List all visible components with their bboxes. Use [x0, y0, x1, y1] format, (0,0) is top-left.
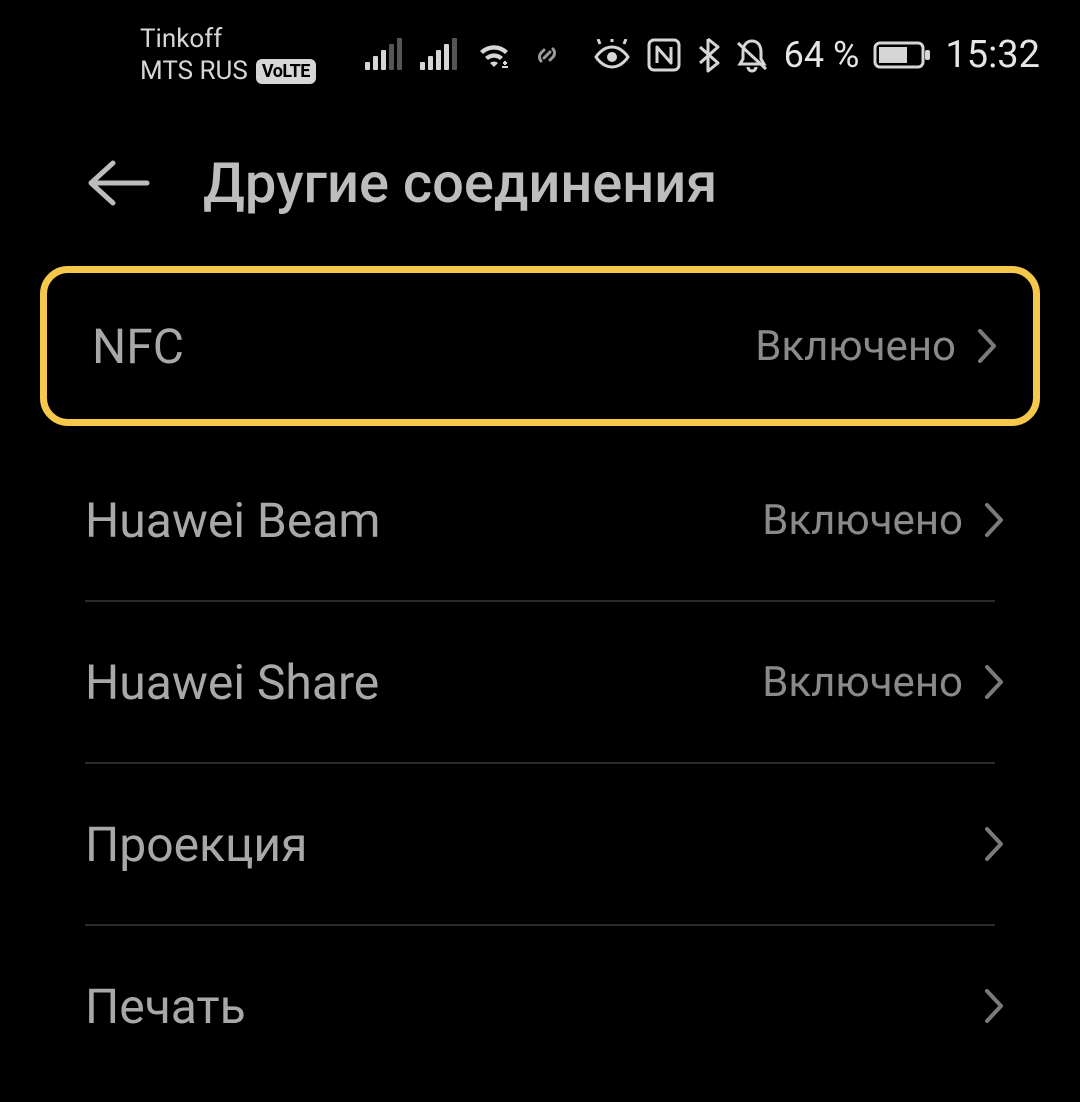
carrier-line1: Tinkoff — [140, 24, 316, 54]
setting-label: Huawei Share — [85, 654, 379, 711]
clock-time: 15:32 — [945, 33, 1040, 77]
volte-badge: VoLTE — [256, 59, 316, 84]
settings-list: NFC Включено Huawei Beam Включено Huawei… — [0, 266, 1080, 1086]
chevron-right-icon — [983, 663, 1005, 701]
chevron-right-icon — [976, 327, 998, 365]
setting-label: Проекция — [85, 816, 307, 873]
setting-label: Huawei Beam — [85, 492, 380, 549]
status-carrier: Tinkoff MTS RUS VoLTE — [140, 24, 316, 86]
nfc-status-icon — [646, 37, 682, 73]
signal-bars-sim2-icon — [420, 40, 457, 70]
setting-value: Включено — [762, 496, 963, 545]
wifi-icon — [475, 39, 513, 71]
chevron-right-icon — [983, 501, 1005, 539]
setting-label: Печать — [85, 978, 246, 1035]
setting-row-projection[interactable]: Проекция — [40, 764, 1040, 924]
setting-row-huawei-share[interactable]: Huawei Share Включено — [40, 602, 1040, 762]
carrier-line2: MTS RUS — [140, 56, 248, 86]
bluetooth-icon — [696, 37, 720, 73]
status-right: 64 % 15:32 — [592, 33, 1040, 77]
status-bar: Tinkoff MTS RUS VoLTE 64 % 15 — [0, 0, 1080, 110]
chevron-right-icon — [983, 987, 1005, 1025]
chevron-right-icon — [983, 825, 1005, 863]
battery-percent: 64 % — [784, 34, 860, 76]
mute-bell-icon — [734, 37, 770, 73]
setting-row-nfc[interactable]: NFC Включено — [40, 266, 1040, 426]
setting-row-print[interactable]: Печать — [40, 926, 1040, 1086]
battery-icon — [873, 40, 931, 70]
eye-icon — [592, 39, 632, 71]
back-arrow-icon[interactable] — [85, 157, 153, 209]
status-signal-group — [365, 39, 563, 71]
setting-label: NFC — [92, 318, 184, 375]
setting-row-huawei-beam[interactable]: Huawei Beam Включено — [40, 440, 1040, 600]
page-header: Другие соединения — [0, 110, 1080, 266]
setting-value: Включено — [762, 658, 963, 707]
signal-bars-sim1-icon — [365, 40, 402, 70]
page-title: Другие соединения — [203, 150, 717, 216]
setting-value: Включено — [755, 322, 956, 371]
link-icon — [531, 39, 563, 71]
